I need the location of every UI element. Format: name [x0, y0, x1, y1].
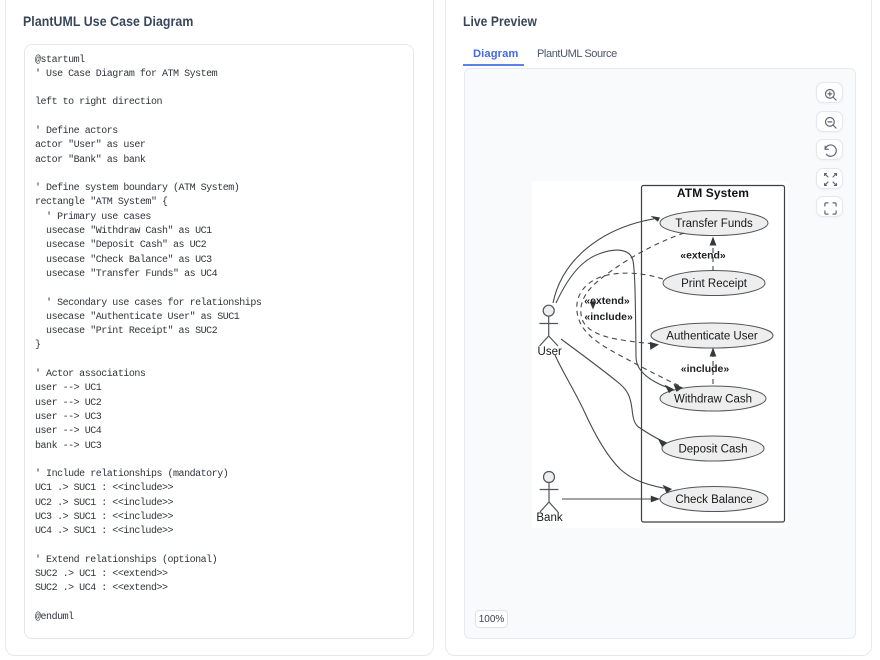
- svg-text:Withdraw Cash: Withdraw Cash: [674, 394, 752, 406]
- svg-text:«include»: «include»: [681, 363, 730, 375]
- svg-text:Deposit Cash: Deposit Cash: [678, 444, 747, 456]
- svg-text:«include»: «include»: [584, 311, 633, 323]
- svg-text:ATM System: ATM System: [677, 186, 749, 200]
- svg-text:User: User: [538, 346, 562, 358]
- svg-text:«extend»: «extend»: [584, 295, 630, 307]
- svg-text:Authenticate User: Authenticate User: [666, 331, 758, 343]
- svg-text:Check Balance: Check Balance: [675, 494, 752, 506]
- svg-text:Bank: Bank: [536, 512, 562, 524]
- svg-text:Transfer Funds: Transfer Funds: [675, 218, 753, 230]
- svg-text:«extend»: «extend»: [680, 250, 726, 262]
- svg-text:Print Receipt: Print Receipt: [681, 278, 748, 290]
